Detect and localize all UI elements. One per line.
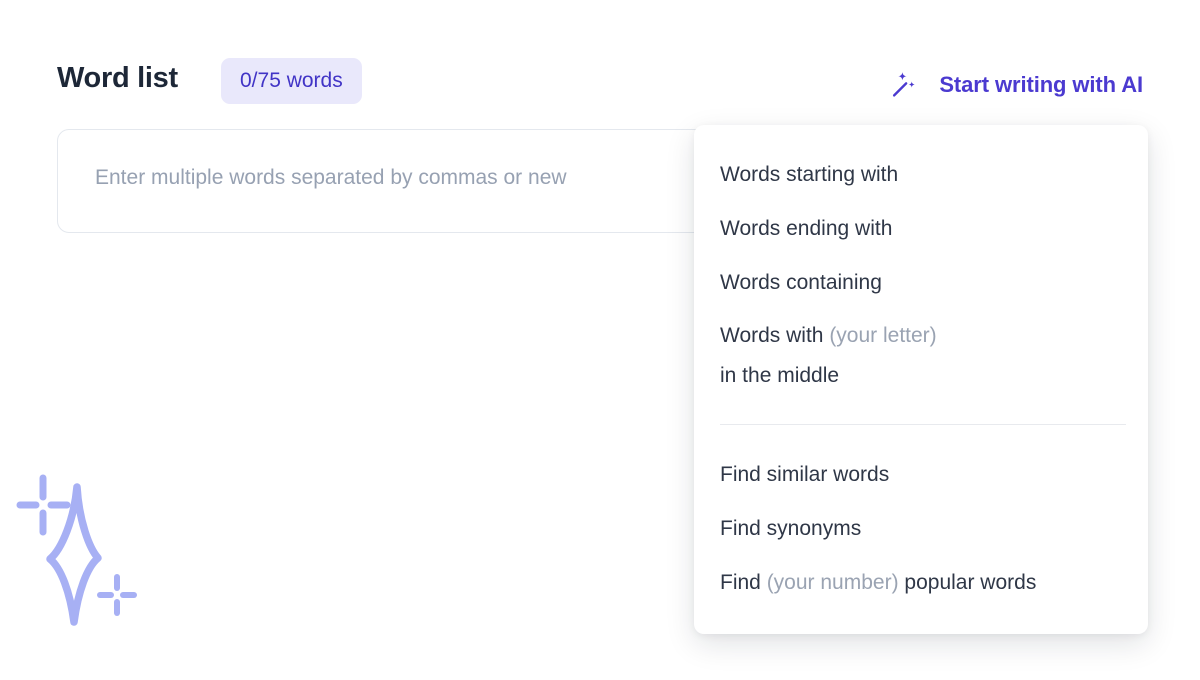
- menu-item-words-starting-with[interactable]: Words starting with: [720, 148, 1126, 202]
- sparkles-illustration: [15, 470, 145, 635]
- menu-item-placeholder-text: (your number): [767, 571, 899, 594]
- menu-item-find-similar-words[interactable]: Find similar words: [720, 448, 1126, 502]
- menu-item-placeholder-text: (your letter): [829, 324, 936, 347]
- menu-item-text: Find similar words: [720, 463, 889, 486]
- menu-item-text: Words starting with: [720, 163, 898, 186]
- menu-item-words-containing[interactable]: Words containing: [720, 256, 1126, 310]
- word-count-badge: 0/75 words: [221, 58, 362, 104]
- wand-sparkles-icon: [890, 70, 919, 99]
- menu-item-text: Words with: [720, 324, 829, 347]
- menu-item-text: Words containing: [720, 271, 882, 294]
- menu-item-text: in the middle: [720, 364, 839, 387]
- menu-divider: [720, 424, 1126, 425]
- menu-item-words-ending-with[interactable]: Words ending with: [720, 202, 1126, 256]
- page-title: Word list: [57, 62, 178, 95]
- ai-options-dropdown: Words starting with Words ending with Word…: [694, 125, 1148, 634]
- menu-item-find-popular-words[interactable]: Find (your number) popular words: [720, 556, 1126, 610]
- start-writing-ai-button[interactable]: Start writing with AI: [890, 66, 1143, 103]
- ai-button-label: Start writing with AI: [939, 72, 1143, 98]
- menu-item-find-synonyms[interactable]: Find synonyms: [720, 502, 1126, 556]
- menu-item-text: Find: [720, 571, 767, 594]
- menu-item-text: Words ending with: [720, 217, 892, 240]
- menu-item-words-with-letter-in-middle[interactable]: Words with (your letter) in the middle: [720, 310, 1126, 396]
- menu-item-text: popular words: [899, 571, 1037, 594]
- page: Word list 0/75 words Start writing with …: [0, 0, 1200, 680]
- menu-item-text: Find synonyms: [720, 517, 861, 540]
